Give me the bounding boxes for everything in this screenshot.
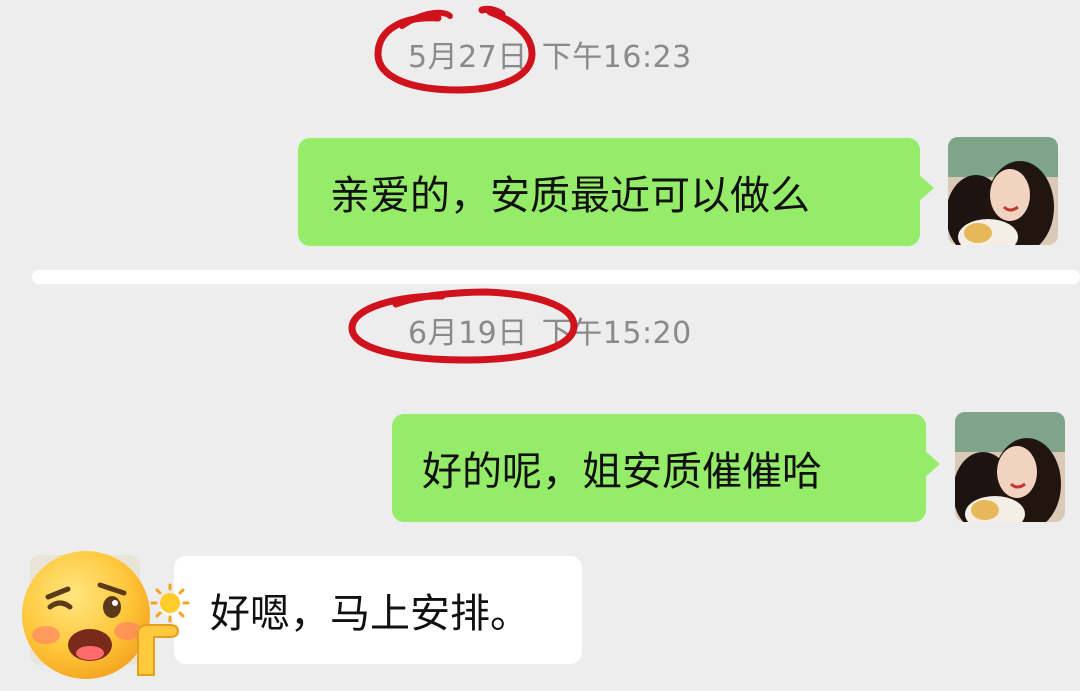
outgoing-message-bubble[interactable]: 好的呢，姐安质催催哈: [392, 414, 940, 522]
message-text: 好的呢，姐安质催催哈: [422, 449, 822, 495]
message-timestamp: 6月19日 下午15:20: [408, 308, 692, 352]
user-avatar[interactable]: [955, 412, 1065, 522]
timestamp-time: 下午15:20: [541, 316, 692, 351]
message-text: 亲爱的，安质最近可以做么: [330, 173, 810, 219]
outgoing-message-bubble[interactable]: 亲爱的，安质最近可以做么: [298, 138, 934, 246]
timestamp-date: 5月27日: [408, 40, 528, 75]
profile-photo: [955, 412, 1065, 522]
profile-photo: [948, 137, 1058, 245]
timestamp-time: 下午16:23: [541, 40, 692, 75]
screenshot-divider: [32, 270, 1080, 284]
incoming-message-bubble[interactable]: 好嗯，马上安排。: [160, 556, 582, 664]
user-avatar[interactable]: [948, 137, 1058, 245]
timestamp-date: 6月19日: [408, 316, 528, 351]
message-timestamp: 5月27日 下午16:23: [408, 32, 692, 76]
message-text: 好嗯，马上安排。: [210, 591, 530, 637]
winking-face-sticker-icon: [22, 551, 190, 679]
